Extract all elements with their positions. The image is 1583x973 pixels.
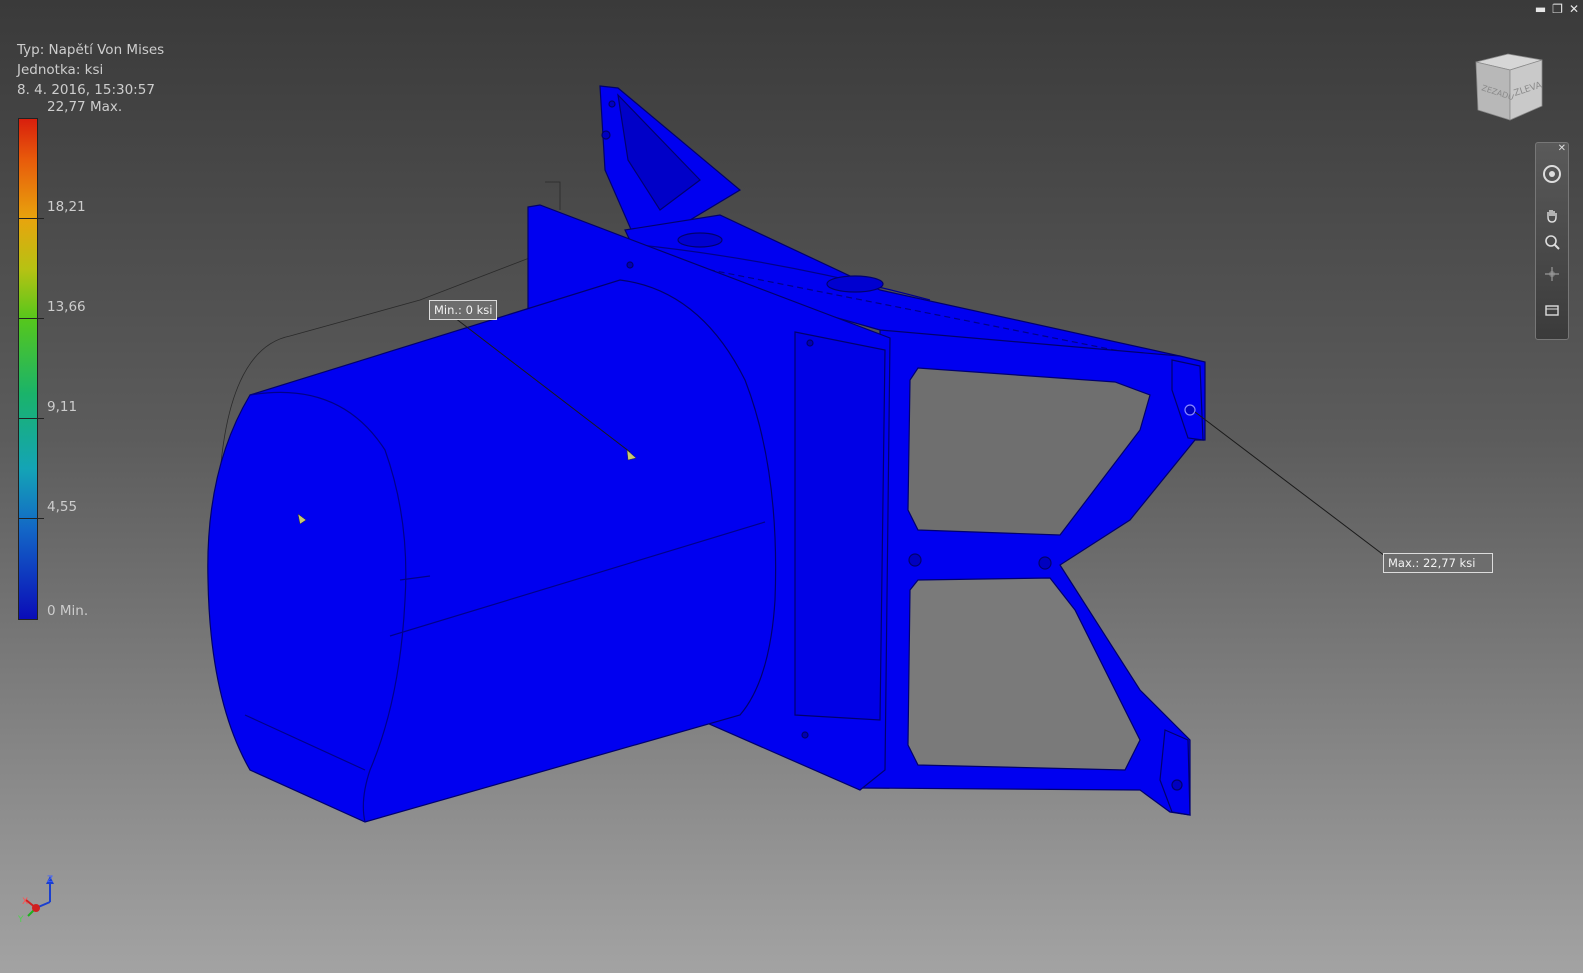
- orbit-icon[interactable]: [1540, 263, 1564, 285]
- view-cube[interactable]: ZEZADU ZLEVA: [1470, 48, 1550, 128]
- pan-icon[interactable]: [1540, 205, 1564, 227]
- navbar-close-icon[interactable]: ✕: [1558, 143, 1566, 154]
- triad-y-label: Y: [17, 915, 24, 925]
- max-probe-label[interactable]: Max.: 22,77 ksi: [1383, 553, 1493, 573]
- min-probe-label[interactable]: Min.: 0 ksi: [429, 300, 498, 320]
- zoom-icon[interactable]: [1540, 231, 1564, 253]
- steering-wheel-icon[interactable]: [1540, 163, 1564, 185]
- max-probe-leader: [1194, 411, 1386, 557]
- stress-model-viewport[interactable]: [0, 0, 1583, 973]
- look-at-icon[interactable]: [1540, 299, 1564, 321]
- triad-z-label: Z: [47, 875, 53, 885]
- navigation-bar: ✕: [1535, 142, 1569, 340]
- coordinate-triad: Z X Y: [17, 875, 54, 925]
- triad-x-label: X: [22, 897, 28, 907]
- cylinder-body: [207, 279, 777, 823]
